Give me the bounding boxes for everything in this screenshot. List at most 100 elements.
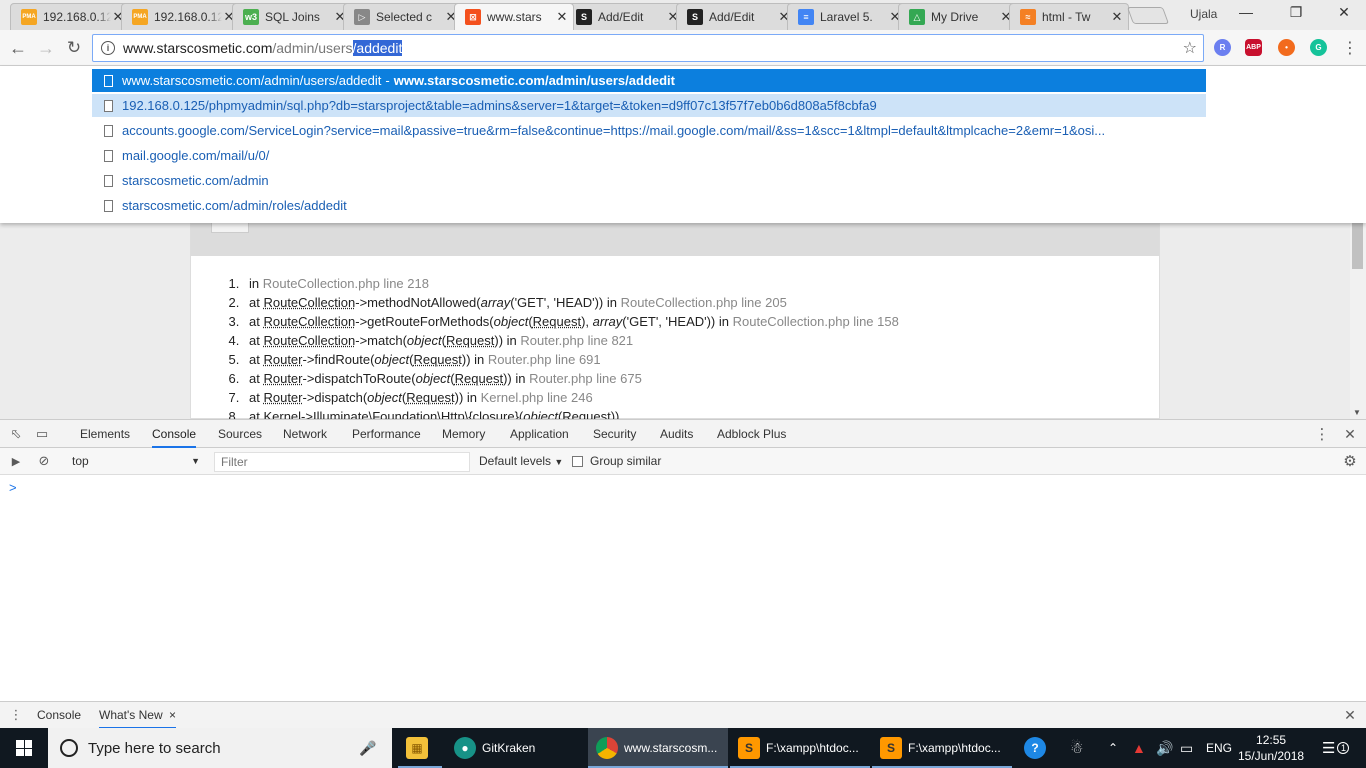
devtools-tab-application[interactable]: Application [510, 420, 569, 448]
start-button[interactable] [0, 728, 48, 768]
S-favicon-icon: S [576, 9, 592, 25]
minimize-icon[interactable]: — [1236, 4, 1256, 20]
inspect-element-icon[interactable]: ⬁ [8, 426, 24, 442]
file-explorer-task[interactable]: ▦ [398, 728, 442, 768]
devtools-close-icon[interactable]: ✕ [1342, 426, 1358, 442]
gitkraken-task[interactable]: ● GitKraken [446, 728, 586, 768]
devtools-tab-elements[interactable]: Elements [80, 420, 130, 448]
suggestion-item[interactable]: starscosmetic.com/admin/roles/addedit [92, 194, 1206, 217]
console-settings-gear-icon[interactable]: ⚙ [1342, 453, 1358, 470]
drawer-menu-icon[interactable]: ⋮ [8, 707, 24, 723]
console-prompt[interactable]: > [9, 480, 17, 495]
drawer-tab-console[interactable]: Console [37, 702, 81, 729]
devtools-menu-icon[interactable]: ⋮ [1314, 426, 1330, 443]
pma-favicon-icon: PMA [132, 9, 148, 25]
scrollbar-thumb[interactable] [1352, 223, 1363, 269]
browser-tab[interactable]: ▷ Selected c ✕ [343, 3, 463, 30]
language-indicator[interactable]: ENG [1206, 728, 1232, 768]
log-levels-dropdown[interactable]: Default levels ▼ [479, 454, 563, 468]
device-toolbar-icon[interactable]: ▭ [34, 426, 50, 442]
browser-tab[interactable]: ≡ Laravel 5. ✕ [787, 3, 907, 30]
menu-kebab-icon[interactable]: ⋮ [1338, 36, 1362, 60]
reload-icon[interactable]: ↻ [62, 36, 86, 60]
devtools-tab-network[interactable]: Network [283, 420, 327, 448]
address-bar[interactable]: i www.starscosmetic.com/admin/users/adde… [92, 34, 1204, 62]
help-icon[interactable]: ? [1024, 728, 1046, 768]
close-icon[interactable]: × [169, 708, 176, 722]
browser-tab-strip: PMA 192.168.0.125 ✕ PMA 192.168.0.125 ✕ w3 SQL … [0, 0, 1366, 30]
browser-tab[interactable]: ⊠ www.stars ✕ [454, 3, 574, 30]
devtools-tab-security[interactable]: Security [593, 420, 636, 448]
page-icon [104, 124, 113, 137]
battery-icon[interactable]: ▭ [1180, 728, 1193, 768]
pma-favicon-icon: PMA [21, 9, 37, 25]
chevron-up-icon[interactable]: ⌃ [1108, 728, 1118, 768]
devtools-tab-performance[interactable]: Performance [352, 420, 421, 448]
suggestion-item[interactable]: 192.168.0.125/phpmyadmin/sql.php?db=star… [92, 94, 1206, 117]
clock[interactable]: 12:55 15/Jun/2018 [1238, 732, 1304, 764]
devtools-tab-adblock-plus[interactable]: Adblock Plus [717, 420, 786, 448]
suggestion-item[interactable]: starscosmetic.com/admin [92, 169, 1206, 192]
devtools-tab-sources[interactable]: Sources [218, 420, 262, 448]
browser-tab[interactable]: w3 SQL Joins ✕ [232, 3, 352, 30]
people-icon[interactable]: ☃ [1070, 728, 1083, 768]
browser-toolbar: ← → ↻ i www.starscosmetic.com/admin/user… [0, 30, 1366, 66]
page-icon [104, 174, 113, 187]
laravel-favicon-icon: ⊠ [465, 9, 481, 25]
stack-trace-item: at RouteCollection->methodNotAllowed(arr… [243, 293, 899, 312]
play-favicon-icon: ▷ [354, 9, 370, 25]
gitkraken-icon: ● [454, 737, 476, 759]
tab-title: html - Tw [1042, 10, 1091, 24]
suggestion-item[interactable]: mail.google.com/mail/u/0/ [92, 144, 1206, 167]
chevron-down-icon: ▼ [191, 456, 200, 466]
clear-console-icon[interactable]: ⊘ [36, 453, 52, 469]
maximize-icon[interactable]: ❐ [1286, 4, 1306, 21]
bookmark-star-icon[interactable]: ☆ [1183, 38, 1197, 58]
browser-tab[interactable]: S Add/Edit ✕ [565, 3, 685, 30]
show-sidebar-icon[interactable]: ▶ [8, 453, 24, 469]
grammarly-icon[interactable]: G [1310, 39, 1327, 56]
tab-close-icon[interactable]: ✕ [555, 9, 569, 25]
devtools-tab-audits[interactable]: Audits [660, 420, 693, 448]
close-window-icon[interactable]: ✕ [1334, 4, 1354, 21]
tab-title: My Drive [931, 10, 979, 24]
volume-icon[interactable]: 🔊 [1156, 728, 1173, 768]
browser-tab[interactable]: ≈ html - Tw ✕ [1009, 3, 1129, 30]
devtools-drawer: ⋮ Console What's New × ✕ [0, 701, 1366, 729]
console-filter-input[interactable] [214, 452, 470, 472]
suggestion-item[interactable]: www.starscosmetic.com/admin/users/addedi… [92, 69, 1206, 92]
drawer-close-icon[interactable]: ✕ [1342, 707, 1358, 723]
extension-r-icon[interactable]: R [1214, 39, 1231, 56]
tab-close-icon[interactable]: ✕ [1110, 9, 1124, 25]
network-icon[interactable]: ▲ [1132, 728, 1146, 768]
sublime-task[interactable]: S F:\xampp\htdoc... [872, 728, 1012, 768]
group-similar-checkbox[interactable]: Group similar [572, 454, 661, 468]
chrome-task[interactable]: www.starscosm... [588, 728, 728, 768]
scroll-down-icon[interactable]: ▼ [1353, 408, 1361, 417]
context-select[interactable]: top ▼ [64, 452, 204, 471]
browser-tab[interactable]: PMA192.168.0.125✕ [10, 3, 130, 30]
tab-title: 192.168.0.125 [154, 10, 222, 24]
browser-tab[interactable]: S Add/Edit ✕ [676, 3, 796, 30]
adblock-plus-icon[interactable]: ABP [1245, 39, 1262, 56]
page-icon [104, 149, 113, 162]
sublime-task[interactable]: S F:\xampp\htdoc... [730, 728, 870, 768]
browser-tab[interactable]: △ My Drive ✕ [898, 3, 1018, 30]
microphone-icon[interactable]: 🎤 [358, 740, 378, 757]
stack-trace-item: at Router->findRoute(object(Request)) in… [243, 350, 899, 369]
profile-name[interactable]: Ujala [1190, 7, 1217, 21]
taskbar-search[interactable]: Type here to search 🎤 [48, 728, 392, 768]
drawer-tab-whats-new[interactable]: What's New × [99, 702, 176, 729]
devtools-tab-memory[interactable]: Memory [442, 420, 485, 448]
forward-icon[interactable]: → [34, 36, 58, 60]
chevron-down-icon: ▼ [554, 457, 564, 467]
back-icon[interactable]: ← [6, 36, 30, 60]
info-icon[interactable]: i [101, 41, 115, 55]
devtools-tab-console[interactable]: Console [152, 420, 197, 448]
action-center-icon[interactable]: ☰ 1 [1322, 728, 1350, 768]
folder-icon: ▦ [406, 737, 428, 759]
suggestion-item[interactable]: accounts.google.com/ServiceLogin?service… [92, 119, 1206, 142]
browser-tab[interactable]: PMA192.168.0.125✕ [121, 3, 241, 30]
new-tab-button[interactable] [1126, 7, 1170, 24]
extension-orange-icon[interactable]: • [1278, 39, 1295, 56]
